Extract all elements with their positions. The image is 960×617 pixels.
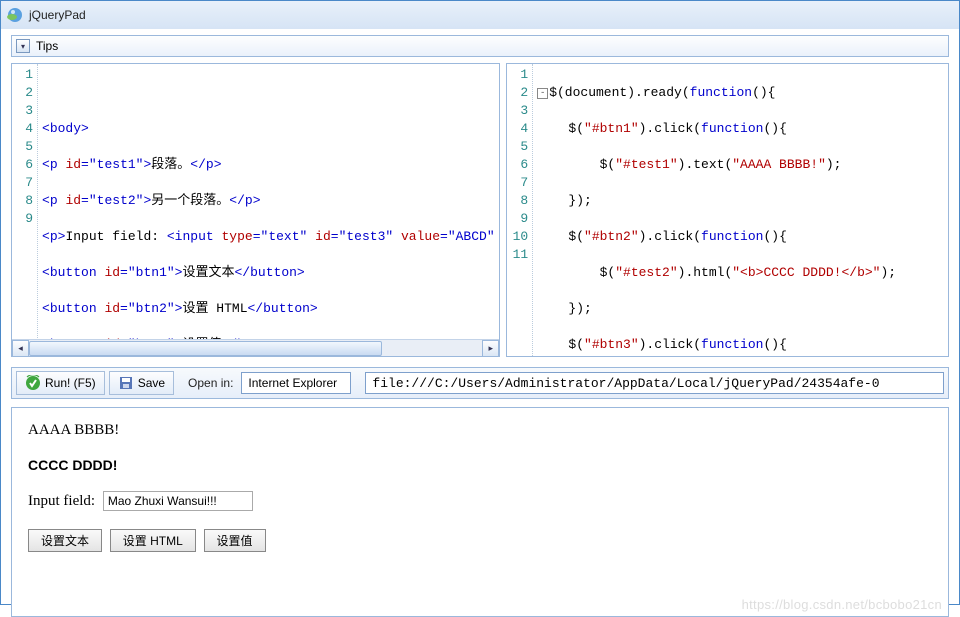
scroll-right-icon[interactable]: ▸	[482, 340, 499, 357]
scroll-thumb[interactable]	[29, 341, 382, 356]
js-gutter: 1 2 3 4 5 6 7 8 9 10 11	[507, 64, 533, 356]
preview-input[interactable]	[103, 491, 253, 511]
preview-p2: CCCC DDDD!	[28, 457, 932, 473]
html-code[interactable]: <body> <p id="test1">段落。</p> <p id="test…	[38, 64, 499, 356]
url-field[interactable]: file:///C:/Users/Administrator/AppData/L…	[365, 372, 944, 394]
toolbar: Run! (F5) Save Open in: Internet Explore…	[11, 367, 949, 399]
tips-label: Tips	[36, 39, 58, 53]
tips-bar[interactable]: ▾ Tips	[11, 35, 949, 57]
html-hscrollbar[interactable]: ◂ ▸	[12, 339, 499, 356]
browser-value: Internet Explorer	[248, 376, 337, 390]
titlebar[interactable]: jQueryPad	[1, 1, 959, 29]
editors-split: 1 2 3 4 5 6 7 8 9 <body> <p id="test1">段…	[1, 57, 959, 357]
save-icon	[118, 375, 134, 391]
html-editor-pane[interactable]: 1 2 3 4 5 6 7 8 9 <body> <p id="test1">段…	[11, 63, 500, 357]
run-button[interactable]: Run! (F5)	[16, 371, 105, 395]
app-window: jQueryPad ▾ Tips 1 2 3 4 5 6 7 8 9 <body…	[0, 0, 960, 605]
preview-btn2[interactable]: 设置 HTML	[110, 529, 196, 552]
save-label: Save	[138, 376, 165, 390]
scroll-left-icon[interactable]: ◂	[12, 340, 29, 357]
preview-btn3[interactable]: 设置值	[204, 529, 266, 552]
preview-btn1[interactable]: 设置文本	[28, 529, 102, 552]
js-code[interactable]: -$(document).ready(function(){ $("#btn1"…	[533, 64, 948, 356]
window-title: jQueryPad	[29, 8, 86, 22]
browser-select[interactable]: Internet Explorer	[241, 372, 351, 394]
preview-buttons: 设置文本 设置 HTML 设置值	[28, 529, 932, 552]
save-button[interactable]: Save	[109, 371, 174, 395]
fold-icon[interactable]: -	[537, 88, 548, 99]
scroll-track[interactable]	[29, 340, 482, 357]
js-editor-pane[interactable]: 1 2 3 4 5 6 7 8 9 10 11 -$(document).rea…	[506, 63, 949, 357]
app-icon	[7, 7, 23, 23]
tips-dropdown-icon[interactable]: ▾	[16, 39, 30, 53]
open-in-label: Open in:	[178, 376, 237, 390]
run-label: Run! (F5)	[45, 376, 96, 390]
preview-pane: AAAA BBBB! CCCC DDDD! Input field: 设置文本 …	[11, 407, 949, 617]
url-value: file:///C:/Users/Administrator/AppData/L…	[372, 376, 879, 391]
html-gutter: 1 2 3 4 5 6 7 8 9	[12, 64, 38, 356]
preview-input-row: Input field:	[28, 491, 932, 511]
preview-p1: AAAA BBBB!	[28, 422, 932, 439]
run-icon	[25, 375, 41, 391]
preview-input-label: Input field:	[28, 493, 95, 510]
